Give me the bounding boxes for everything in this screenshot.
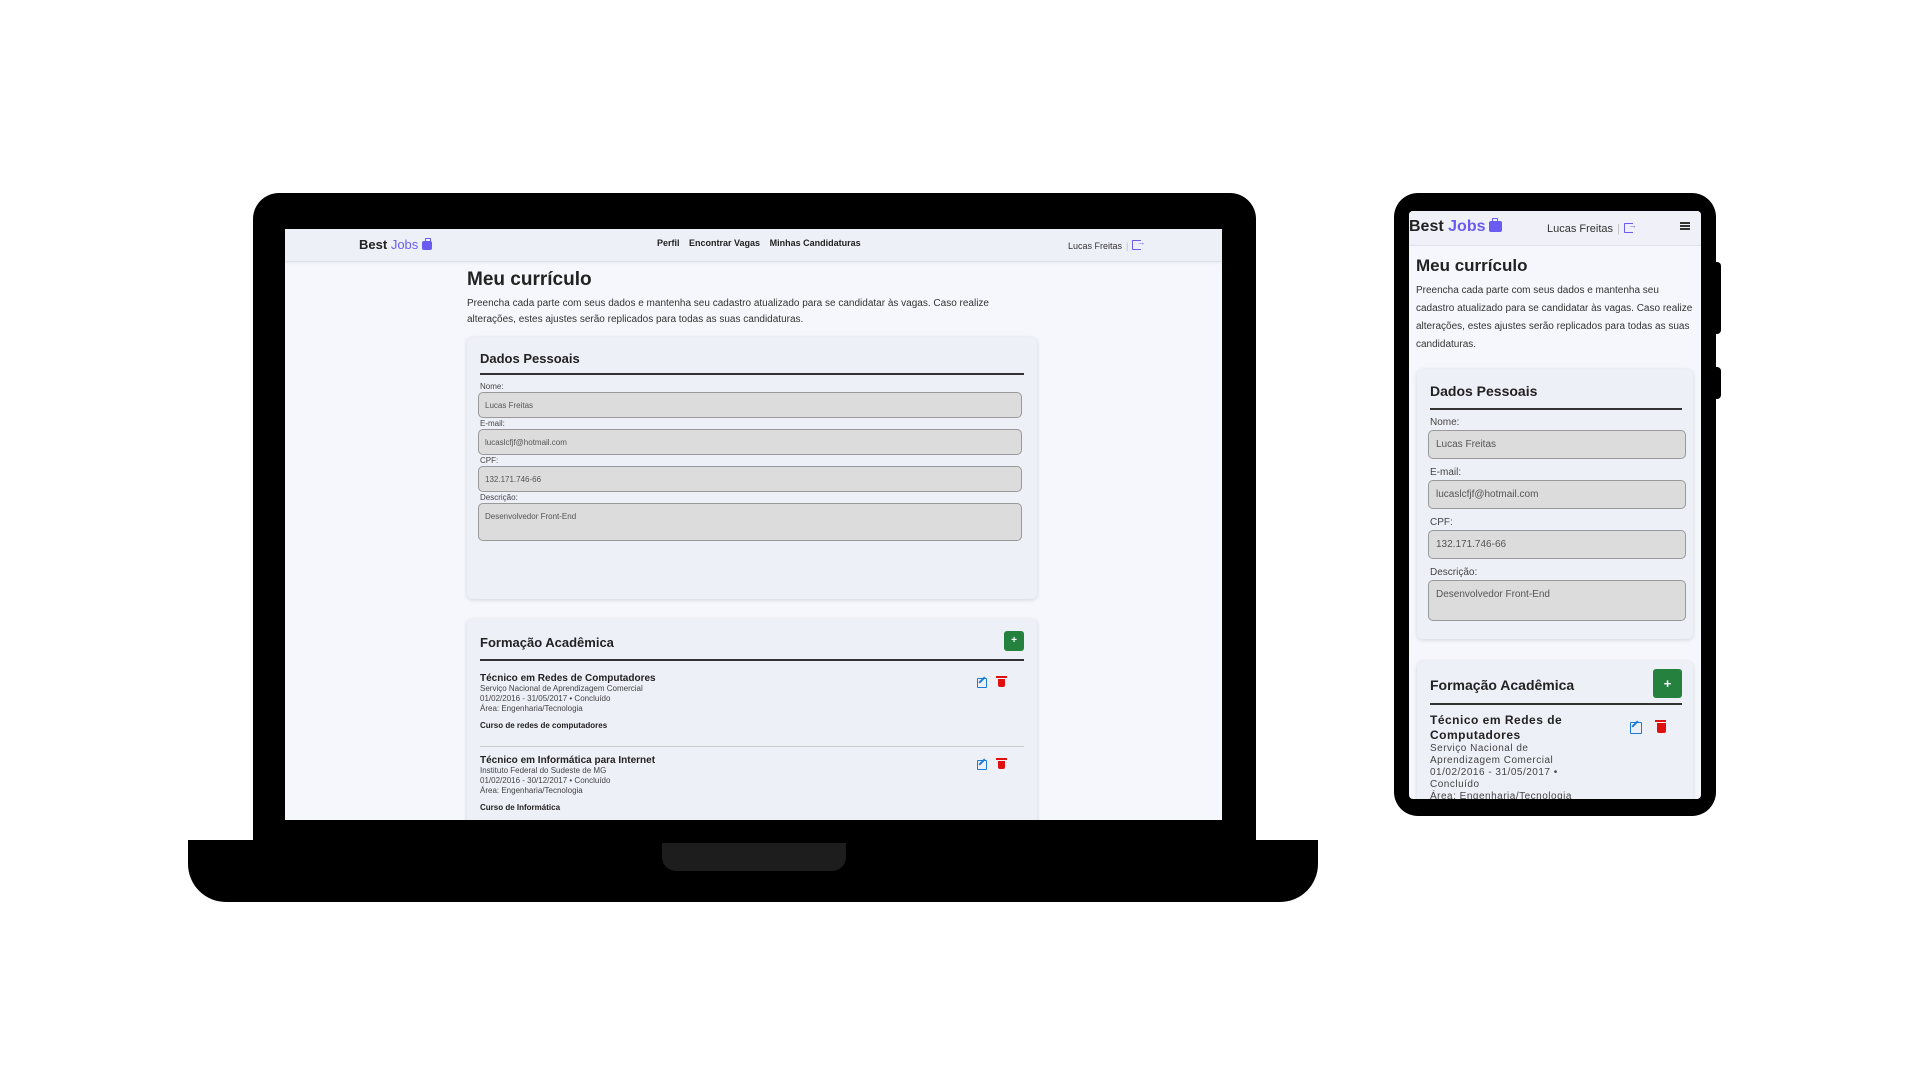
nav-link-perfil[interactable]: Perfil [657,238,680,248]
trash-icon[interactable] [996,758,1007,769]
cpf-label: CPF: [480,456,499,465]
user-name[interactable]: Lucas Freitas [1068,241,1122,251]
logout-icon[interactable] [1623,220,1637,233]
trash-icon[interactable] [996,676,1007,687]
card-title: Dados Pessoais [480,351,580,366]
page-intro: Preencha cada parte com seus dados e man… [1416,285,1693,350]
cpf-label: CPF: [1430,517,1453,528]
description-field[interactable]: Desenvolvedor Front-End [478,503,1022,541]
name-label: Nome: [480,382,504,391]
email-field[interactable]: lucaslcfjf@hotmail.com [478,429,1022,455]
divider [1430,408,1682,410]
page-title: Meu currículo [467,269,592,290]
description-field[interactable]: Desenvolvedor Front-End [1428,580,1686,621]
personal-data-card: Dados Pessoais Nome: Lucas Freitas E-mai… [1417,369,1693,639]
laptop-screen: Best Jobs Perfil Encontrar Vagas Minhas … [285,229,1222,820]
education-item: Técnico em Redes de Computadores Serviço… [480,673,656,730]
personal-data-card: Dados Pessoais Nome: Lucas Freitas E-mai… [467,337,1037,599]
add-education-button[interactable]: + [1653,669,1682,698]
education-item: Técnico em Redes de Computadores Serviço… [1430,713,1572,799]
description-label: Descrição: [1430,567,1478,578]
description-label: Descrição: [480,493,518,502]
briefcase-icon [422,238,433,250]
email-field[interactable]: lucaslcfjf@hotmail.com [1428,480,1686,509]
tablet-screen: Best Jobs Lucas Freitas| Meu currículo P… [1409,211,1701,799]
name-field[interactable]: Lucas Freitas [478,392,1022,418]
user-area: Lucas Freitas | [1547,220,1637,235]
nav-link-minhas-candidaturas[interactable]: Minhas Candidaturas [770,238,861,248]
tablet-side-button [1713,262,1721,334]
divider [1430,703,1682,705]
edit-icon[interactable] [977,760,987,770]
nav-link-encontrar-vagas[interactable]: Encontrar Vagas [689,238,760,248]
cpf-field[interactable]: 132.171.746-66 [478,466,1022,492]
brand-logo[interactable]: Best Jobs [359,237,433,252]
divider [480,746,1024,747]
nav-menu: Perfil Encontrar Vagas Minhas Candidatur… [657,238,868,248]
user-area: Lucas Freitas | [1068,237,1145,251]
briefcase-icon [1489,218,1503,232]
edit-icon[interactable] [1630,722,1642,734]
page-intro: Preencha cada parte com seus dados e man… [467,298,989,325]
add-education-button[interactable]: + [1004,631,1024,651]
email-label: E-mail: [1430,467,1462,478]
logout-icon[interactable] [1132,237,1145,250]
email-label: E-mail: [480,419,505,428]
education-item: Técnico em Informática para Internet Ins… [480,755,656,812]
divider [480,373,1024,375]
name-field[interactable]: Lucas Freitas [1428,430,1686,459]
education-card: Formação Acadêmica + Técnico em Redes de… [467,619,1037,820]
trash-icon[interactable] [1655,720,1666,733]
card-title: Formação Acadêmica [1430,677,1575,693]
divider [480,659,1024,661]
card-title: Dados Pessoais [1430,383,1538,399]
laptop-notch [662,843,846,871]
card-title: Formação Acadêmica [480,635,614,650]
name-label: Nome: [1430,417,1460,428]
top-navbar: Best Jobs Lucas Freitas | [1409,211,1701,246]
education-card: Formação Acadêmica + Técnico em Redes de… [1417,661,1693,799]
cpf-field[interactable]: 132.171.746-66 [1428,530,1686,559]
edit-icon[interactable] [977,678,987,688]
user-name[interactable]: Lucas Freitas [1547,223,1613,235]
page-title: Meu currículo [1416,256,1528,275]
tablet-side-button [1713,367,1721,399]
brand-logo[interactable]: Best Jobs [1409,218,1503,236]
hamburger-menu-icon[interactable] [1680,222,1690,229]
top-navbar: Best Jobs Perfil Encontrar Vagas Minhas … [285,229,1222,262]
